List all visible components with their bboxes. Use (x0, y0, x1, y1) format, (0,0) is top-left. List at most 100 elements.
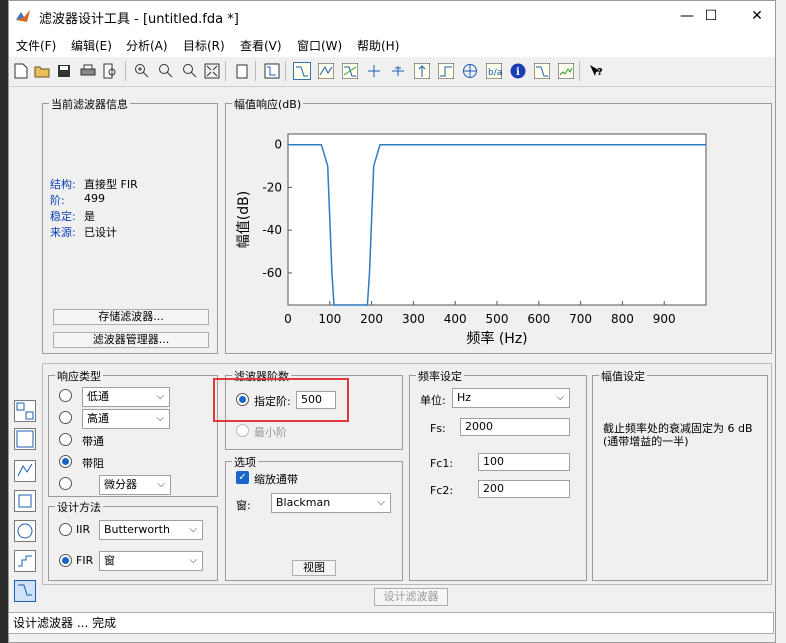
menu-analysis[interactable]: 分析(A) (126, 37, 168, 54)
menu-file[interactable]: 文件(F) (16, 37, 56, 54)
new-icon[interactable] (12, 62, 30, 80)
magnitude-spec-note: 截止频率处的衰减固定为 6 dB (通带增益的一半) (603, 422, 753, 448)
fs-input[interactable]: 2000 (460, 418, 570, 436)
differentiator-select[interactable]: 微分器 ⌵ (99, 475, 171, 495)
fc2-label: Fc2: (430, 484, 454, 497)
minimum-order-label: 最小阶 (254, 426, 287, 439)
fc1-input[interactable]: 100 (478, 453, 570, 471)
fs-label: Fs: (430, 422, 446, 435)
store-filter-button[interactable]: 存储滤波器... (53, 309, 209, 325)
transform-filter-icon[interactable] (14, 400, 36, 422)
magnitude-phase-icon[interactable] (341, 62, 359, 80)
fir-label: FIR (76, 554, 94, 567)
fir-radio[interactable] (59, 554, 72, 567)
design-filter-button[interactable]: 设计滤波器 (374, 588, 448, 606)
group-delay-icon[interactable] (365, 62, 383, 80)
new-figure-icon[interactable] (233, 62, 251, 80)
bandpass-radio[interactable] (59, 433, 72, 446)
magnitude-estimate-icon[interactable] (533, 62, 551, 80)
filter-info-panel: 当前滤波器信息 结构: 直接型 FIR 阶: 499 稳定: 是 来源: 已设计… (42, 96, 218, 354)
maximize-button[interactable]: ☐ (691, 5, 731, 27)
menu-bar: 文件(F) 编辑(E) 分析(A) 目标(R) 查看(V) 窗口(W) 帮助(H… (9, 31, 775, 57)
filter-info-icon[interactable]: i (509, 62, 527, 80)
x-tick-label: 600 (527, 312, 550, 326)
x-tick-label: 800 (611, 312, 634, 326)
menu-window[interactable]: 窗口(W) (297, 37, 342, 54)
create-multirate-icon[interactable] (14, 428, 36, 450)
magnitude-spec-panel: 幅值设定 截止频率处的衰减固定为 6 dB (通带增益的一半) (592, 368, 768, 581)
filter-specs-icon[interactable] (263, 62, 281, 80)
order-value: 499 (84, 192, 105, 205)
unit-select[interactable]: Hz ⌵ (452, 388, 570, 408)
open-icon[interactable] (33, 62, 51, 80)
window-select[interactable]: Blackman ⌵ (271, 493, 391, 513)
scale-passband-label: 缩放通带 (254, 473, 298, 486)
view-button[interactable]: 视图 (292, 560, 336, 576)
minimum-order-radio[interactable] (236, 424, 249, 437)
response-type-panel: 响应类型 低通 ⌵ 高通 ⌵ 带通 带阻 微分器 ⌵ (48, 368, 218, 497)
response-type-title: 响应类型 (55, 368, 103, 384)
menu-targets[interactable]: 目标(R) (183, 37, 225, 54)
zoom-y-icon[interactable] (181, 62, 199, 80)
design-filter-side-icon[interactable] (14, 580, 36, 602)
scale-passband-checkbox[interactable]: ✓ (236, 471, 249, 484)
magnitude-response-icon[interactable] (293, 62, 311, 80)
highlight-box (213, 378, 349, 422)
x-tick-label: 500 (486, 312, 509, 326)
impulse-response-icon[interactable] (413, 62, 431, 80)
x-tick-label: 300 (402, 312, 425, 326)
filter-designer-window: 滤波器设计工具 - [untitled.fda *] — ☐ ✕ 文件(F) 编… (8, 0, 776, 643)
zoom-in-icon[interactable] (133, 62, 151, 80)
menu-help[interactable]: 帮助(H) (357, 37, 399, 54)
highpass-radio[interactable] (59, 411, 72, 424)
save-icon[interactable] (55, 62, 73, 80)
magnitude-spec-title: 幅值设定 (599, 368, 647, 384)
phase-response-icon[interactable] (317, 62, 335, 80)
step-response-icon[interactable] (437, 62, 455, 80)
y-axis-label: 幅值(dB) (236, 191, 252, 248)
magnitude-response-chart[interactable]: 0-20-40-60 0 100 200 300 400 500 600 700 800 900 … (226, 104, 771, 353)
bandstop-radio[interactable] (59, 455, 72, 468)
import-filter-icon[interactable] (14, 490, 36, 512)
toolbar: b/a i ? (9, 57, 775, 87)
noise-loading-icon[interactable] (557, 62, 575, 80)
filter-manager-button[interactable]: 滤波器管理器... (53, 332, 209, 348)
title-bar: 滤波器设计工具 - [untitled.fda *] — ☐ ✕ (9, 1, 775, 31)
print-preview-icon[interactable] (101, 62, 119, 80)
structure-key: 结构: (50, 178, 76, 191)
x-tick-label: 700 (569, 312, 592, 326)
whats-this-icon[interactable]: ? (587, 62, 605, 80)
fir-method-select[interactable]: 窗 ⌵ (99, 551, 203, 571)
design-method-title: 设计方法 (55, 499, 103, 515)
lowpass-radio[interactable] (59, 389, 72, 402)
iir-radio[interactable] (59, 523, 72, 536)
zoom-x-icon[interactable] (157, 62, 175, 80)
x-tick-label: 100 (318, 312, 341, 326)
coefficients-icon[interactable]: b/a (485, 62, 503, 80)
lowpass-select[interactable]: 低通 ⌵ (82, 387, 170, 407)
status-bar: 设计滤波器 ... 完成 (8, 612, 774, 634)
phase-delay-icon[interactable] (389, 62, 407, 80)
print-icon[interactable] (79, 62, 97, 80)
x-tick-label: 400 (444, 312, 467, 326)
quantize-icon[interactable] (14, 550, 36, 572)
pole-zero-icon[interactable] (461, 62, 479, 80)
y-tick-label: -60 (262, 266, 282, 280)
pole-zero-editor-icon[interactable] (14, 520, 36, 542)
full-view-icon[interactable] (203, 62, 221, 80)
svg-text:?: ? (597, 67, 603, 78)
iir-method-select[interactable]: Butterworth ⌵ (99, 520, 203, 540)
window-label: 窗: (236, 499, 251, 512)
frequency-spec-panel: 频率设定 单位: Hz ⌵ Fs: 2000 Fc1: 100 Fc2: 200 (409, 368, 587, 581)
menu-view[interactable]: 查看(V) (240, 37, 282, 54)
fc2-input[interactable]: 200 (478, 480, 570, 498)
realize-model-icon[interactable] (14, 460, 36, 482)
iir-label: IIR (76, 523, 91, 536)
filter-info-title: 当前滤波器信息 (49, 96, 130, 112)
highpass-select[interactable]: 高通 ⌵ (82, 409, 170, 429)
fc1-label: Fc1: (430, 457, 454, 470)
differentiator-radio[interactable] (59, 477, 72, 490)
close-button[interactable]: ✕ (737, 5, 777, 27)
menu-edit[interactable]: 编辑(E) (71, 37, 112, 54)
x-axis-label: 频率 (Hz) (466, 330, 527, 347)
